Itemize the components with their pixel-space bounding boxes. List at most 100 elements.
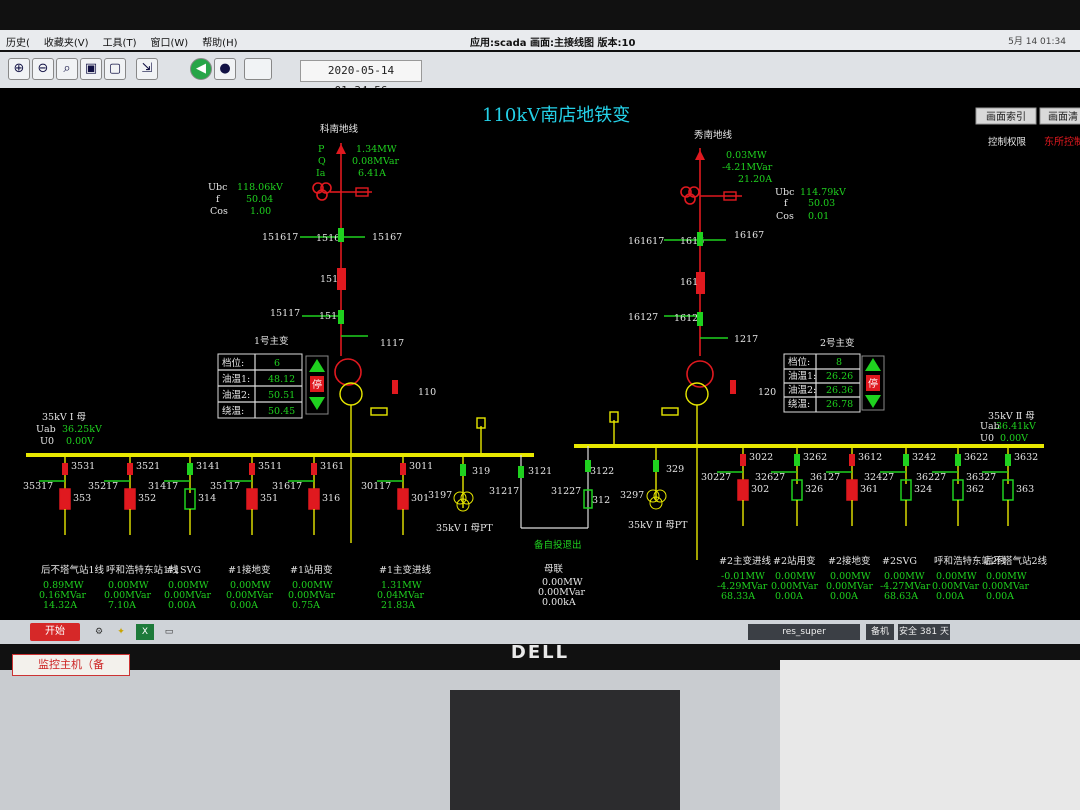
feeder-switch-label[interactable]: 3612 xyxy=(858,452,882,463)
t2-grd-label: 120 xyxy=(758,387,776,398)
menu-help[interactable]: 帮助(H) xyxy=(202,34,237,49)
left-sw1[interactable]: 151617 xyxy=(262,232,298,243)
menu-history[interactable]: 历史( xyxy=(6,34,30,49)
feeder-switch-label[interactable]: 3622 xyxy=(964,452,988,463)
tie-breaker-label: 312 xyxy=(592,495,610,506)
feeder-switch-label[interactable]: 3632 xyxy=(1014,452,1038,463)
feeder-breaker-label[interactable]: 316 xyxy=(322,493,340,504)
right-disconnector-1616[interactable] xyxy=(697,232,703,246)
left-breaker-151[interactable] xyxy=(337,268,346,290)
feeder-breaker-label[interactable]: 361 xyxy=(860,484,878,495)
menu-window[interactable]: 窗口(W) xyxy=(150,34,188,49)
feeder-breaker-label[interactable]: 314 xyxy=(198,493,216,504)
export-icon[interactable]: ⇲ xyxy=(136,58,158,80)
left-sw3[interactable]: 15167 xyxy=(372,232,402,243)
right-sw3[interactable]: 16167 xyxy=(734,230,764,241)
right-p-value: 0.03MW xyxy=(726,150,767,161)
bus2-uab: 36.41kV xyxy=(996,421,1036,432)
right-sw1[interactable]: 161617 xyxy=(628,236,664,247)
left-disconnector-1511[interactable] xyxy=(338,310,344,324)
left-line-arrow-icon xyxy=(336,144,346,154)
right-sw4[interactable]: 16127 xyxy=(628,312,658,323)
feeder-switch[interactable] xyxy=(794,454,800,466)
right-sw5[interactable]: 1612 xyxy=(674,313,698,324)
tie-gs2-label: 31227 xyxy=(551,486,581,497)
feeder-breaker[interactable] xyxy=(59,488,71,510)
excel-icon[interactable]: X xyxy=(136,624,154,640)
right-disconnector-1612[interactable] xyxy=(697,312,703,326)
feeder-breaker[interactable] xyxy=(737,479,749,501)
feeder-breaker[interactable] xyxy=(397,488,409,510)
bus1-name: 35kV Ⅰ 母 xyxy=(42,412,86,423)
feeder-switch-label[interactable]: 3011 xyxy=(409,461,433,472)
menu-favorites[interactable]: 收藏夹(V) xyxy=(44,34,89,49)
network-icon[interactable]: ⚙ xyxy=(90,624,108,640)
feeder-breaker[interactable] xyxy=(308,488,320,510)
window-icon[interactable]: ▭ xyxy=(160,624,178,640)
pt1-switch[interactable] xyxy=(460,464,466,476)
feeder-breaker-label[interactable]: 302 xyxy=(751,484,769,495)
feeder-switch[interactable] xyxy=(849,454,855,466)
zoom-out-icon[interactable]: ⊖ xyxy=(32,58,54,80)
right-sw6[interactable]: 1217 xyxy=(734,334,758,345)
feeder-breaker[interactable] xyxy=(846,479,858,501)
left-sw6[interactable]: 1117 xyxy=(380,338,404,349)
bulb-icon[interactable]: ✦ xyxy=(112,624,130,640)
frame-icon[interactable]: ▢ xyxy=(104,58,126,80)
index-button[interactable]: 画面索引 xyxy=(986,110,1026,123)
feeder-switch-label[interactable]: 3531 xyxy=(71,461,95,472)
left-sw4[interactable]: 15117 xyxy=(270,308,300,319)
feeder-switch[interactable] xyxy=(62,463,68,475)
feeder-switch[interactable] xyxy=(955,454,961,466)
feeder-switch-label[interactable]: 3511 xyxy=(258,461,282,472)
feeder-i-value: 7.10A xyxy=(108,600,136,611)
feeder-breaker[interactable] xyxy=(124,488,136,510)
feeder-switch-label[interactable]: 3022 xyxy=(749,452,773,463)
feeder-switch[interactable] xyxy=(127,463,133,475)
t2-row-label: 绕温: xyxy=(788,398,810,410)
feeder-breaker-label[interactable]: 326 xyxy=(805,484,823,495)
feeder-breaker[interactable] xyxy=(246,488,258,510)
window-titlebar: 历史( 收藏夹(V) 工具(T) 窗口(W) 帮助(H) 应用:scada 画面… xyxy=(0,30,1080,50)
go-icon[interactable]: ◀ xyxy=(190,58,212,80)
tie-sw1[interactable] xyxy=(518,466,524,478)
feeder-breaker-label[interactable]: 301 xyxy=(411,493,429,504)
start-button[interactable]: 开始 xyxy=(30,623,80,641)
feeder-switch[interactable] xyxy=(311,463,317,475)
feeder-ground-label: 30227 xyxy=(701,472,731,483)
left-sw2[interactable]: 1516 xyxy=(316,233,340,244)
menu-tools[interactable]: 工具(T) xyxy=(103,34,137,49)
feeder-breaker-label[interactable]: 353 xyxy=(73,493,91,504)
fit-icon[interactable]: ▣ xyxy=(80,58,102,80)
stop-icon[interactable]: ● xyxy=(214,58,236,80)
blank-button[interactable] xyxy=(244,58,272,80)
search-icon[interactable]: ⌕ xyxy=(56,58,78,80)
feeder-switch[interactable] xyxy=(740,454,746,466)
taskbar-spare[interactable]: 备机 xyxy=(866,624,894,640)
pt2-switch[interactable] xyxy=(653,460,659,472)
feeder-switch-label[interactable]: 3161 xyxy=(320,461,344,472)
feeder-switch-label[interactable]: 3521 xyxy=(136,461,160,472)
feeder-switch-label[interactable]: 3141 xyxy=(196,461,220,472)
feeder-switch-label[interactable]: 3242 xyxy=(912,452,936,463)
taskbar-user[interactable]: res_super xyxy=(748,624,860,640)
feeder-switch[interactable] xyxy=(1005,454,1011,466)
feeder-switch[interactable] xyxy=(400,463,406,475)
feeder-switch[interactable] xyxy=(249,463,255,475)
toolbar: ⊕ ⊖ ⌕ ▣ ▢ ⇲ ◀ ● 2020-05-14 01:34:56 xyxy=(0,52,1080,97)
t1-neutral-switch[interactable] xyxy=(392,380,398,394)
feeder-breaker-label[interactable]: 352 xyxy=(138,493,156,504)
feeder-i-value: 0.00A xyxy=(775,591,803,602)
zoom-in-icon[interactable]: ⊕ xyxy=(8,58,30,80)
feeder-breaker-label[interactable]: 324 xyxy=(914,484,932,495)
feeder-switch-label[interactable]: 3262 xyxy=(803,452,827,463)
feeder-breaker-label[interactable]: 363 xyxy=(1016,484,1034,495)
clear-button[interactable]: 画面清 xyxy=(1048,110,1078,123)
feeder-switch[interactable] xyxy=(903,454,909,466)
t2-neutral-switch[interactable] xyxy=(730,380,736,394)
t1-row-value: 50.51 xyxy=(268,390,295,401)
feeder-breaker-label[interactable]: 351 xyxy=(260,493,278,504)
feeder-switch[interactable] xyxy=(187,463,193,475)
left-disconnector-1516[interactable] xyxy=(338,228,344,242)
feeder-breaker-label[interactable]: 362 xyxy=(966,484,984,495)
